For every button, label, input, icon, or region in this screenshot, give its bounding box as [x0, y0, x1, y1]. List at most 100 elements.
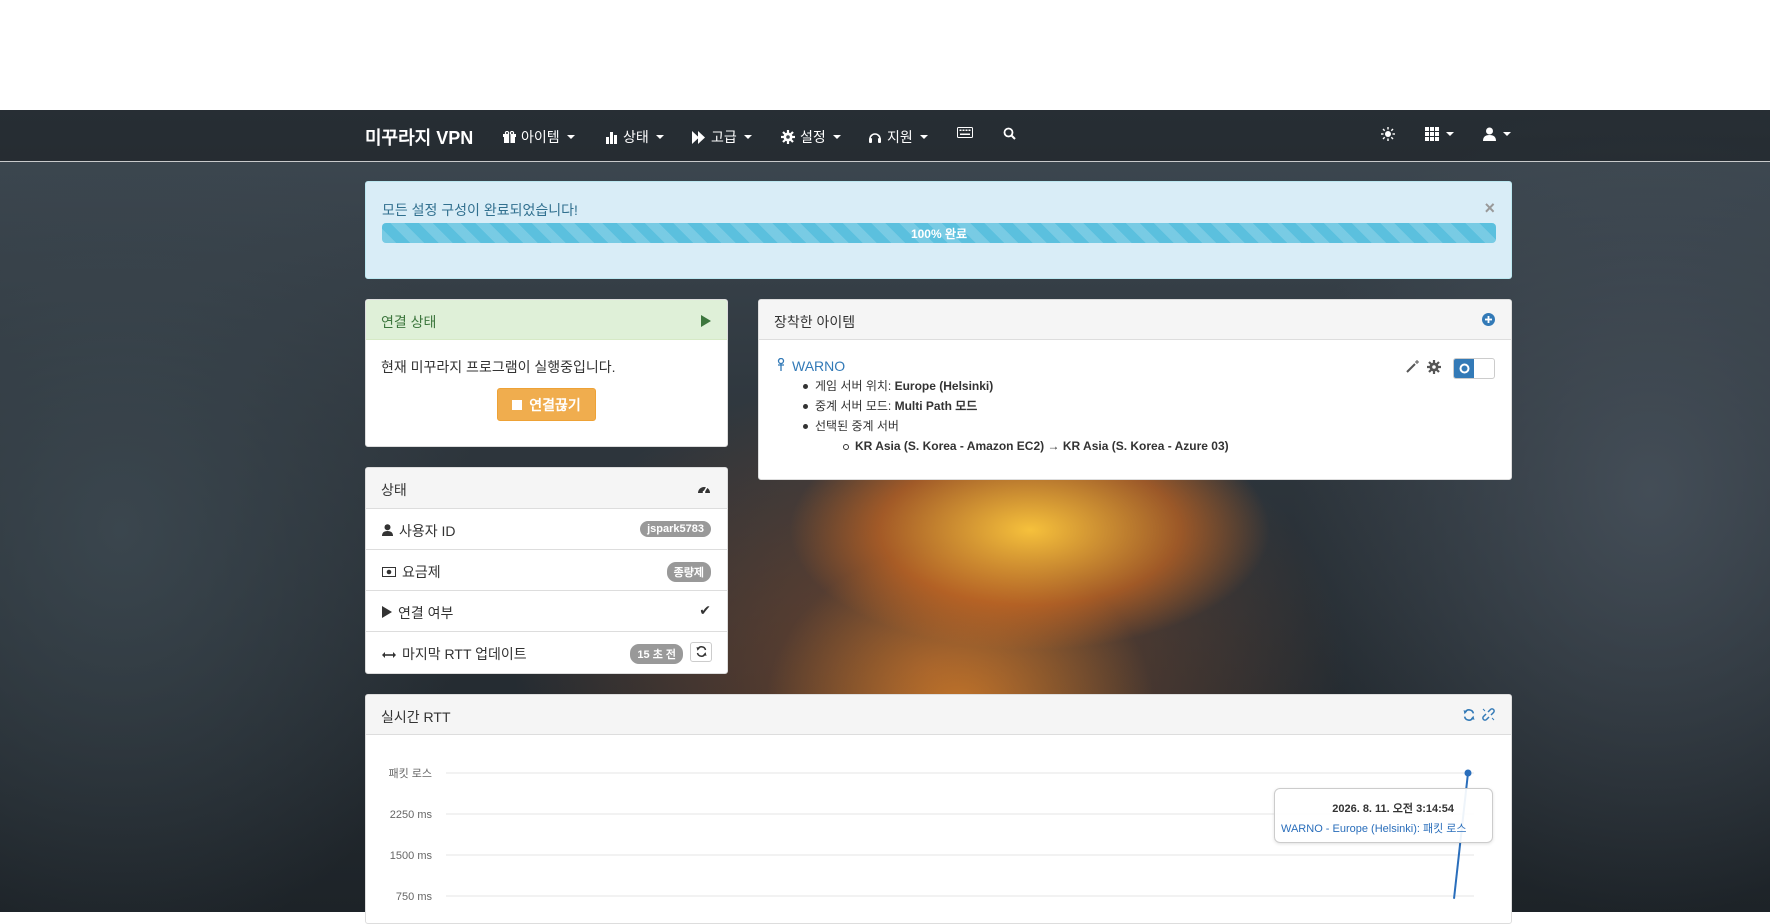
detail-label: 선택된 중계 서버	[815, 419, 899, 433]
detail-relay-mode: 중계 서버 모드: Multi Path 모드	[803, 398, 1229, 414]
connection-status-text: 현재 미꾸라지 프로그램이 실행중입니다.	[381, 359, 616, 375]
refresh-icon	[696, 644, 707, 660]
pin-icon	[776, 357, 786, 374]
keyboard-button[interactable]	[957, 127, 973, 138]
disconnect-label: 연결끊기	[529, 396, 581, 413]
apps-grid-icon	[1425, 127, 1439, 141]
plan-badge: 종량제	[666, 562, 711, 582]
detail-game-server: 게임 서버 위치: Europe (Helsinki)	[803, 378, 1229, 394]
search-icon	[1003, 127, 1016, 140]
dashboard-icon	[697, 481, 711, 497]
disconnect-button[interactable]: 연결끊기	[497, 388, 596, 421]
row-label: 사용자 ID	[399, 523, 456, 539]
user-icon	[1483, 127, 1496, 141]
stop-icon	[512, 399, 523, 410]
search-button[interactable]	[1003, 127, 1016, 140]
chart-tooltip: 2026. 8. 11. 오전 3:14:54 WARNO - Europe (…	[1274, 788, 1493, 843]
keyboard-icon	[957, 127, 973, 138]
refresh-icon[interactable]	[1463, 708, 1475, 724]
headset-icon	[868, 131, 882, 144]
item-title[interactable]: WARNO	[776, 357, 846, 374]
rtt-panel-heading: 실시간 RTT	[366, 695, 1511, 735]
detail-value: Multi Path 모드	[894, 399, 978, 413]
alert-message: 모든 설정 구성이 완료되었습니다!	[382, 202, 578, 218]
nav-menu-advanced[interactable]: 고급	[692, 127, 752, 147]
item-enable-toggle[interactable]	[1453, 358, 1495, 379]
status-row-connected: 연결 여부 ✔	[366, 590, 727, 631]
navbar: 미꾸라지 VPN 아이템 상태 고급 설정 지원	[0, 110, 1770, 162]
panel-title: 실시간 RTT	[381, 709, 451, 725]
apps-menu-button[interactable]	[1425, 127, 1454, 141]
tooltip-time: 2026. 8. 11. 오전 3:14:54	[1332, 803, 1454, 815]
y-tick-label: 1500 ms	[390, 850, 433, 862]
toggle-on-knob	[1454, 359, 1474, 378]
equipped-items-panel: 장착한 아이템 WARNO 게임 서버 위치: Europe (Helsinki…	[758, 299, 1512, 480]
last-update-badge: 15 초 전	[630, 644, 683, 664]
status-row-plan: 요금제 종량제	[366, 549, 727, 590]
row-label: 요금제	[402, 564, 441, 580]
setup-complete-alert: 모든 설정 구성이 완료되었습니다! × 100% 완료	[365, 181, 1512, 279]
money-icon	[382, 564, 396, 580]
nav-menu-items[interactable]: 아이템	[503, 127, 575, 147]
status-row-rtt-update: 마지막 RTT 업데이트 15 초 전	[366, 631, 727, 672]
caret-down-icon	[1446, 132, 1454, 136]
progress-label: 100% 완료	[910, 226, 968, 241]
caret-down-icon	[1503, 132, 1511, 136]
theme-toggle-button[interactable]	[1381, 127, 1395, 141]
row-label: 마지막 RTT 업데이트	[402, 646, 527, 662]
item-details-list: 게임 서버 위치: Europe (Helsinki) 중계 서버 모드: Mu…	[803, 378, 1229, 458]
item-name-link: WARNO	[792, 358, 846, 374]
nav-menu-label: 지원	[887, 129, 913, 145]
connection-panel: 연결 상태 현재 미꾸라지 프로그램이 실행중입니다. 연결끊기	[365, 299, 728, 447]
panel-title: 연결 상태	[381, 314, 437, 330]
nav-menu-support[interactable]: 지원	[868, 127, 928, 147]
panel-title: 상태	[381, 482, 407, 498]
nav-menu-label: 고급	[711, 129, 737, 145]
nav-menu-status[interactable]: 상태	[605, 127, 664, 147]
magic-wand-icon[interactable]	[1406, 360, 1419, 376]
add-item-icon[interactable]	[1482, 313, 1495, 329]
gear-icon[interactable]	[1427, 360, 1441, 377]
tooltip-series: WARNO - Europe (Helsinki): 패킷 로스	[1281, 823, 1467, 835]
user-menu-button[interactable]	[1483, 127, 1511, 141]
y-tick-label: 750 ms	[396, 891, 433, 903]
detail-label: 게임 서버 위치:	[815, 379, 895, 393]
caret-down-icon	[566, 135, 575, 139]
rtt-panel: 실시간 RTT 패킷 로스 2250 ms 1500 ms 750 ms 2026. …	[365, 694, 1512, 924]
status-panel-heading: 상태	[366, 468, 727, 508]
play-icon	[382, 605, 392, 621]
navbar-inner: 미꾸라지 VPN 아이템 상태 고급 설정 지원	[365, 110, 1512, 161]
caret-down-icon	[832, 135, 841, 139]
detail-selected-relay: 선택된 중계 서버	[803, 418, 1229, 434]
data-point[interactable]	[1464, 769, 1472, 777]
user-id-badge: jspark5783	[640, 521, 711, 537]
nav-menu-settings[interactable]: 설정	[781, 127, 841, 147]
nav-menu-label: 상태	[623, 129, 649, 145]
detail-value: Europe (Helsinki)	[894, 379, 994, 393]
y-tick-label: 2250 ms	[390, 809, 433, 821]
status-row-user-id: 사용자 ID jspark5783	[366, 508, 727, 549]
y-tick-label: 패킷 로스	[388, 767, 432, 780]
play-icon[interactable]	[701, 314, 711, 330]
progress-bar-fill: 100% 완료	[382, 223, 1496, 243]
sun-icon	[1381, 127, 1395, 141]
close-icon[interactable]: ×	[1484, 198, 1495, 219]
status-panel: 상태 사용자 ID jspark5783 요금제 종량제 연결 여부 ✔ 마지막…	[365, 467, 728, 674]
nav-menu-label: 아이템	[521, 129, 560, 145]
arrows-horizontal-icon	[382, 646, 396, 662]
user-icon	[382, 523, 393, 539]
gift-icon	[503, 130, 516, 144]
refresh-button[interactable]	[690, 642, 712, 662]
gear-icon	[781, 130, 795, 144]
checkmark-icon: ✔	[699, 602, 711, 618]
fast-forward-icon	[692, 130, 706, 144]
panel-title: 장착한 아이템	[774, 314, 856, 330]
detail-value: KR Asia (S. Korea - Amazon EC2) → KR Asi…	[855, 439, 1229, 453]
bar-chart-icon	[605, 131, 618, 144]
caret-down-icon	[743, 135, 752, 139]
detail-label: 중계 서버 모드:	[815, 399, 895, 413]
detail-relay-route: KR Asia (S. Korea - Amazon EC2) → KR Asi…	[843, 438, 1229, 454]
equipped-panel-heading: 장착한 아이템	[759, 300, 1511, 340]
unlink-icon[interactable]	[1482, 708, 1495, 724]
brand-logo-text[interactable]: 미꾸라지 VPN	[365, 124, 473, 150]
